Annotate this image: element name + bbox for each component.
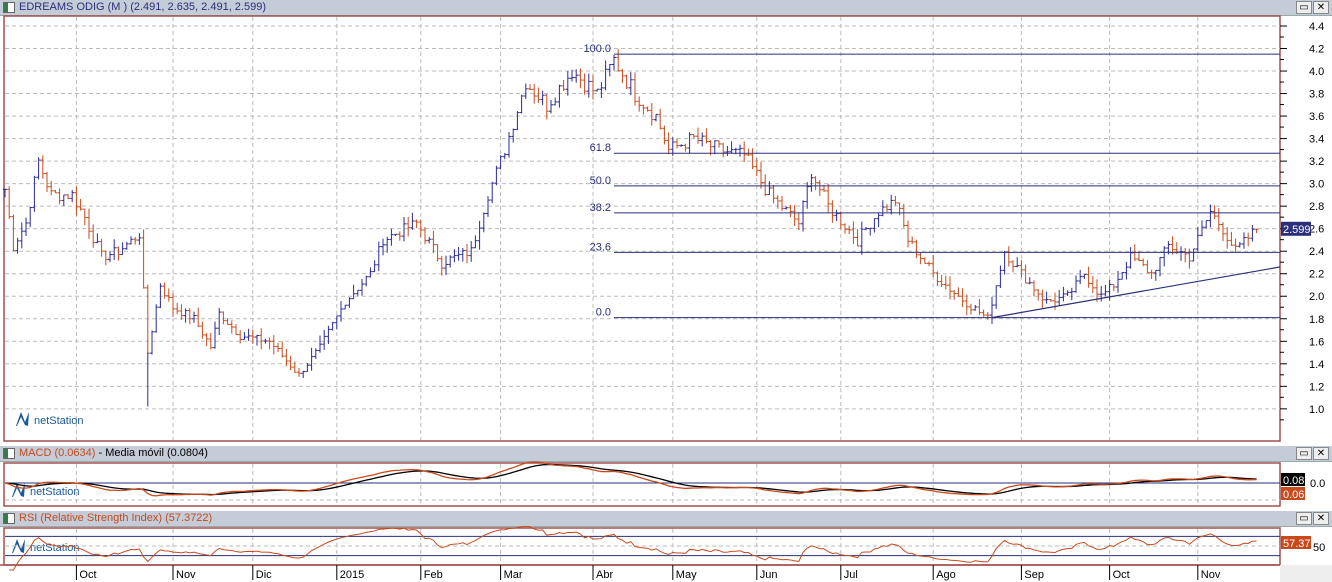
x-tick-label: Dic: [256, 569, 272, 581]
price-bars: [3, 49, 1259, 378]
y-tick-label: 2.2: [1309, 269, 1324, 281]
x-tick-label: Mar: [504, 569, 523, 581]
fibonacci-label: 23.6: [590, 241, 611, 253]
macd-signal-line: [4, 463, 1257, 496]
y-tick-label: 1.6: [1309, 336, 1324, 348]
y-tick-label: 3.2: [1309, 156, 1324, 168]
fibonacci-label: 38.2: [590, 202, 611, 214]
x-tick-label: Nov: [176, 569, 196, 581]
netstation-logo-text: netStation: [34, 415, 84, 427]
y-tick-label: 2.4: [1309, 246, 1324, 258]
netstation-logo-text: netStation: [30, 486, 80, 498]
macd-value: 0.06: [1283, 489, 1304, 501]
fibonacci-label: 61.8: [590, 142, 611, 154]
x-tick-label: Jul: [844, 569, 858, 581]
netstation-logo-mark: [16, 412, 29, 426]
signal-value: 0.08: [1283, 475, 1304, 487]
x-tick-label: Sep: [1024, 569, 1044, 581]
y-tick-label: 4.4: [1309, 21, 1324, 33]
x-tick-label: Oct: [79, 569, 96, 581]
x-tick-label: Nov: [1201, 569, 1221, 581]
netstation-logo: netStation: [16, 412, 84, 427]
y-tick-label: 3.4: [1309, 134, 1324, 146]
y-tick-label: 3.0: [1309, 179, 1324, 191]
y-tick-label: 3.6: [1309, 111, 1324, 123]
macd-line: [4, 461, 1257, 497]
rsi-value: 57.37: [1283, 538, 1311, 550]
trendline: [991, 266, 1281, 319]
last-price-value: 2.599: [1283, 224, 1311, 236]
rsi-line: [9, 526, 1257, 571]
y-tick-label: 2.6: [1309, 224, 1324, 236]
y-tick-label: 4.0: [1309, 66, 1324, 78]
y-tick-label: 1.8: [1309, 314, 1324, 326]
fibonacci-label: 100.0: [583, 43, 611, 55]
x-tick-label: Ago: [936, 569, 956, 581]
x-tick-label: Jun: [760, 569, 778, 581]
macd-zero-label: 0.0: [1310, 478, 1325, 490]
netstation-logo-text: netStation: [30, 542, 80, 554]
y-tick-label: 1.0: [1309, 404, 1324, 416]
fibonacci-label: 50.0: [590, 175, 611, 187]
x-tick-label: 2015: [340, 569, 364, 581]
y-tick-label: 1.2: [1309, 381, 1324, 393]
y-tick-label: 2.0: [1309, 291, 1324, 303]
rsi-mid-label: 50: [1313, 542, 1325, 554]
x-tick-label: May: [676, 569, 697, 581]
y-tick-label: 4.2: [1309, 44, 1324, 56]
corner-fill: [1280, 565, 1332, 582]
x-tick-label: Abr: [596, 569, 613, 581]
chart-canvas[interactable]: Oct Nov Dic 2015 Feb Mar Abr May Jun Jul Ago Sep Oct…: [0, 0, 1332, 582]
y-tick-label: 2.8: [1309, 201, 1324, 213]
y-tick-label: 3.8: [1309, 89, 1324, 101]
y-tick-label: 1.4: [1309, 359, 1324, 371]
x-tick-label: Oct: [1113, 569, 1130, 581]
x-tick-label: Feb: [424, 569, 443, 581]
fibonacci-label: 0.0: [596, 307, 611, 319]
